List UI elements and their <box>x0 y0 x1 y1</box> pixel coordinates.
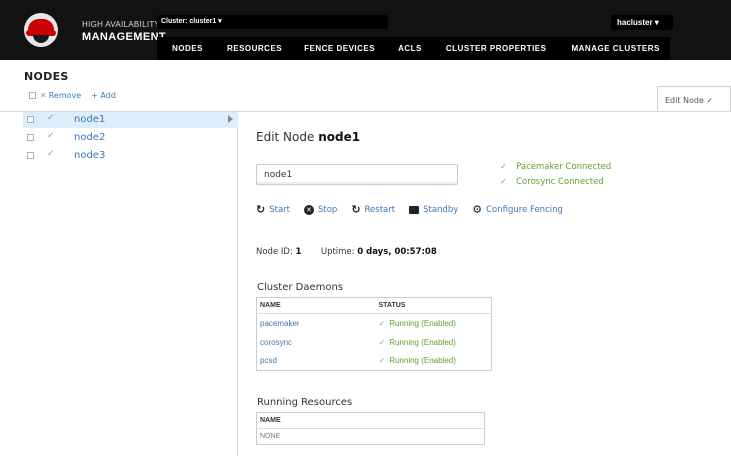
daemon-status-label: Running (Enabled) <box>389 356 456 366</box>
standby-icon <box>409 205 420 214</box>
corosync-status: ✓ Corosync Connected <box>500 177 604 187</box>
wrench-icon: ⚙ <box>472 203 483 216</box>
add-button[interactable]: + Add <box>91 91 116 100</box>
check-icon: ✓ <box>378 337 386 347</box>
nav-resources[interactable]: RESOURCES <box>227 37 282 60</box>
restart-button[interactable]: Restart <box>365 205 396 215</box>
daemon-status-label: Running (Enabled) <box>389 318 456 328</box>
select-all-checkbox[interactable] <box>29 92 36 99</box>
nav-nodes[interactable]: NODES <box>172 37 203 60</box>
corosync-status-label: Corosync Connected <box>516 177 604 187</box>
restart-icon: ↻ <box>351 203 361 216</box>
pacemaker-status-label: Pacemaker Connected <box>516 162 612 172</box>
brand-line2: MANAGEMENT <box>82 31 167 43</box>
table-row: NONE <box>257 429 485 445</box>
table-row: pacemaker ✓ Running (Enabled) <box>257 314 492 333</box>
nav-fence-devices[interactable]: FENCE DEVICES <box>304 37 375 60</box>
check-icon: ✓ <box>378 318 386 328</box>
nav-manage-clusters[interactable]: MANAGE CLUSTERS <box>571 37 659 60</box>
stop-icon: ✕ <box>303 204 314 215</box>
pacemaker-status: ✓ Pacemaker Connected <box>500 162 611 172</box>
remove-icon: ✕ <box>40 91 47 100</box>
running-resources-table: NAME NONE <box>256 412 485 445</box>
node-name[interactable]: node2 <box>74 132 105 143</box>
daemon-name[interactable]: pcsd <box>257 352 376 371</box>
table-row: corosync ✓ Running (Enabled) <box>257 333 492 352</box>
column-header: NAME <box>256 297 376 314</box>
check-icon: ✓ <box>378 356 386 366</box>
uptime-value: 0 days, 00:57:08 <box>357 247 437 257</box>
standby-button[interactable]: Standby <box>423 205 458 215</box>
configure-fencing-button[interactable]: Configure Fencing <box>486 205 563 215</box>
node-actions: ↻ Start ✕ Stop ↻ Restart Standby ⚙ Confi… <box>256 203 563 216</box>
nav-cluster-properties[interactable]: CLUSTER PROPERTIES <box>446 37 547 60</box>
brand-line1: HIGH AVAILABILITY <box>82 20 161 29</box>
column-header: STATUS <box>375 297 492 314</box>
table-row: pcsd ✓ Running (Enabled) <box>257 352 492 371</box>
check-icon: ✓ <box>47 149 55 159</box>
user-menu[interactable]: hacluster ▾ <box>611 15 673 30</box>
node-list-item[interactable]: ✓ node2 <box>23 130 238 146</box>
refresh-icon: ↻ <box>256 203 266 216</box>
running-resources-title: Running Resources <box>257 397 353 408</box>
nav-acls[interactable]: ACLS <box>398 37 422 60</box>
node-list-item[interactable]: ✓ node1 <box>23 112 238 128</box>
node-name[interactable]: node3 <box>74 150 105 161</box>
daemon-status: ✓ Running (Enabled) <box>376 333 492 352</box>
daemon-status: ✓ Running (Enabled) <box>376 352 492 371</box>
stop-button[interactable]: Stop <box>318 205 337 215</box>
chevron-right-icon <box>228 115 233 123</box>
check-icon: ✓ <box>47 113 55 123</box>
node-checkbox[interactable] <box>27 152 34 159</box>
cluster-daemons-title: Cluster Daemons <box>257 282 344 293</box>
check-icon: ✓ <box>500 177 508 187</box>
detail-title: Edit Node node1 <box>256 130 360 144</box>
detail-title-node: node1 <box>318 130 361 144</box>
remove-button[interactable]: Remove <box>49 91 81 100</box>
start-button[interactable]: Start <box>269 205 290 215</box>
tab-edit-node[interactable]: Edit Node ✓ <box>657 86 731 112</box>
daemon-status-label: Running (Enabled) <box>389 337 456 347</box>
top-bar: HIGH AVAILABILITY MANAGEMENT Cluster: cl… <box>0 0 731 60</box>
check-icon: ✓ <box>500 162 508 172</box>
column-header: NAME <box>256 412 485 429</box>
node-name[interactable]: node1 <box>74 114 105 125</box>
node-checkbox[interactable] <box>27 134 34 141</box>
daemon-status: ✓ Running (Enabled) <box>376 314 492 333</box>
detail-title-prefix: Edit Node <box>256 130 315 144</box>
daemon-name[interactable]: corosync <box>257 333 376 352</box>
node-id-label: Node ID: <box>256 247 293 257</box>
uptime-label: Uptime: <box>320 247 355 257</box>
cluster-select[interactable]: Cluster: cluster1 ▾ <box>157 15 388 29</box>
main-nav: NODES RESOURCES FENCE DEVICES ACLS CLUST… <box>157 37 670 60</box>
node-checkbox[interactable] <box>27 116 34 123</box>
node-name-field[interactable]: node1 <box>256 164 458 185</box>
cluster-daemons-table: NAME STATUS pacemaker ✓ Running (Enabled)… <box>256 297 492 371</box>
daemon-name[interactable]: pacemaker <box>257 314 376 333</box>
list-toolbar: ✕ Remove + Add <box>29 91 116 100</box>
node-list: ✓ node1 ✓ node2 ✓ node3 <box>19 110 238 456</box>
resource-empty: NONE <box>260 433 281 440</box>
node-info: Node ID: 1 Uptime: 0 days, 00:57:08 <box>256 247 437 257</box>
check-icon: ✓ <box>47 131 55 141</box>
page-title: NODES <box>24 70 69 83</box>
node-id-value: 1 <box>295 247 302 257</box>
redhat-logo-icon <box>24 13 58 47</box>
node-list-item[interactable]: ✓ node3 <box>23 148 238 164</box>
